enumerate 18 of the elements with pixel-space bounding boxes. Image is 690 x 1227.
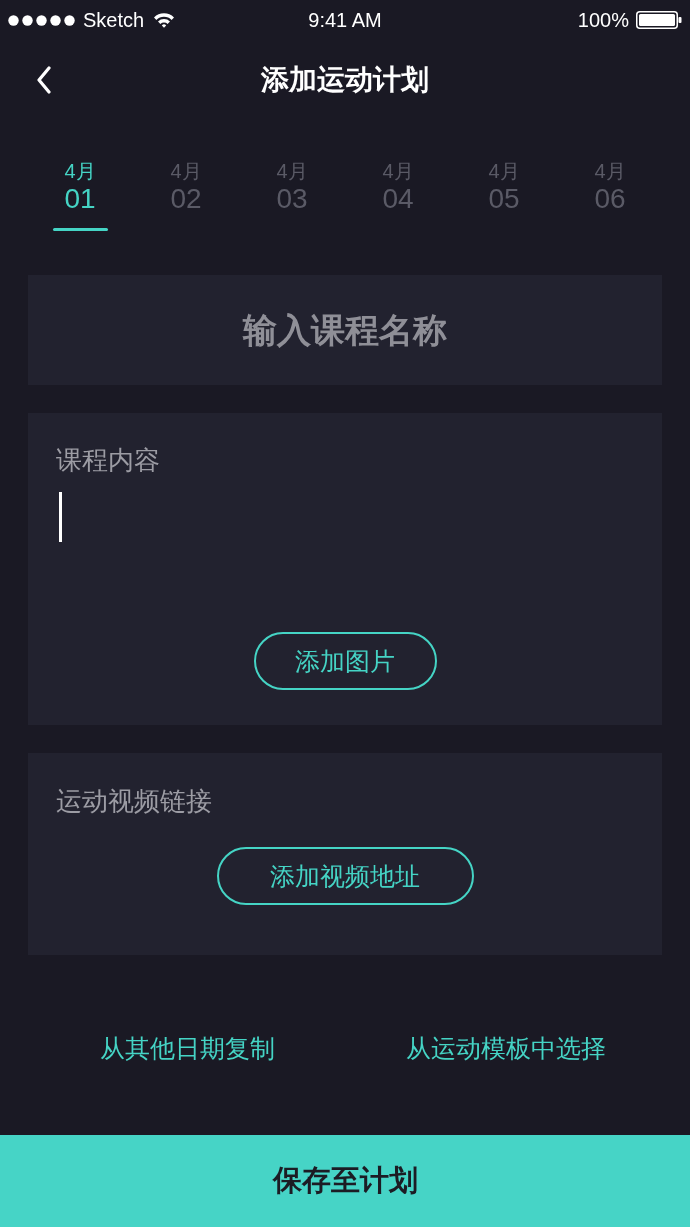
date-tab[interactable]: 4月 01 — [27, 159, 133, 231]
page-title: 添加运动计划 — [261, 66, 429, 94]
text-link[interactable]: 从其他日期复制 — [100, 1032, 275, 1064]
battery-percent: 100% — [577, 8, 629, 33]
wifi-icon — [153, 12, 176, 28]
outline-button[interactable]: 添加图片 — [253, 632, 437, 690]
carrier-name: Sketch — [83, 8, 145, 33]
text-link[interactable]: 从运动模板中选择 — [406, 1032, 606, 1064]
outline-button[interactable]: 添加视频地址 — [216, 847, 474, 905]
signal-dots-icon — [8, 14, 76, 26]
status-time: 9:41 AM — [308, 8, 382, 33]
save-button[interactable]: 保存至计划 — [0, 1135, 690, 1227]
course-name-field[interactable]: 输入课程名称 — [28, 275, 662, 385]
battery-icon — [636, 11, 682, 29]
back-icon[interactable] — [36, 66, 52, 94]
field-label: 课程内容 — [56, 444, 161, 476]
field-label: 运动视频链接 — [56, 785, 213, 817]
text-cursor-icon — [59, 492, 62, 542]
